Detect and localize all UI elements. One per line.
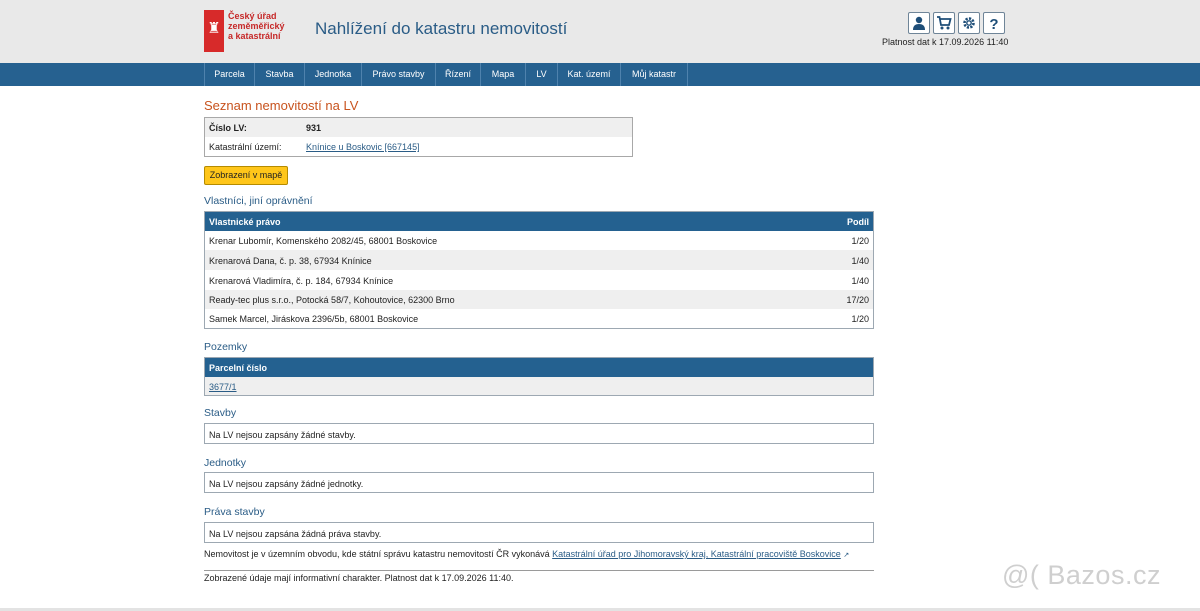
column-share: Podíl [847,217,869,227]
units-text: Na LV nejsou zapsány žádné jednotky. [209,479,364,489]
top-header: ♜ Český úřad zeměměřický a katastrální N… [0,0,1200,63]
units-note: Na LV nejsou zapsány žádné jednotky. [204,472,874,493]
owner-share: 1/40 [851,256,869,266]
owner-share: 1/40 [851,276,869,286]
logo-text: Český úřad zeměměřický a katastrální [228,11,285,41]
bazos-watermark: @( Bazos.cz [1002,560,1161,590]
lv-number-row: Číslo LV: 931 [205,118,632,137]
column-ownership: Vlastnické právo [209,217,281,227]
units-heading: Jednotky [204,457,247,469]
external-link-icon: ↗ [843,552,850,559]
nav-stavba[interactable]: Stavba [254,63,304,86]
lv-info-box: Číslo LV: 931 Katastrální území: Knínice… [204,117,633,157]
lv-number-value: 931 [306,123,322,133]
nav-pravo-stavby[interactable]: Právo stavby [361,63,435,86]
owner-share: 1/20 [851,236,869,246]
user-icon[interactable] [908,12,930,34]
help-icon[interactable]: ? [983,12,1005,34]
lv-number-label: Číslo LV: [209,123,247,133]
owner-name: Samek Marcel, Jiráskova 2396/5b, 68001 B… [209,314,419,324]
owner-share: 17/20 [846,295,869,305]
table-row: Ready-tec plus s.r.o., Potocká 58/7, Koh… [205,290,873,309]
office-link[interactable]: Katastrální úřad pro Jihomoravský kraj, … [552,549,841,559]
owner-name: Krenarová Vladimíra, č. p. 184, 67934 Kn… [209,276,394,286]
owners-table: Vlastnické právo Podíl Krenar Lubomír, K… [204,211,874,329]
table-row: Krenarová Dana, č. p. 38, 67934 Knínice … [205,250,873,270]
owners-heading: Vlastníci, jiní oprávnění [204,195,313,207]
logo-line-1: Český úřad [228,11,277,21]
gear-icon[interactable] [958,12,980,34]
logo-line-2: zeměměřický [228,21,285,31]
cadastral-area-link[interactable]: Knínice u Boskovic [667145] [306,142,420,152]
nav-muj-katastr[interactable]: Můj katastr [620,63,688,86]
buildings-text: Na LV nejsou zapsány žádné stavby. [209,430,356,440]
parcels-table-header: Parcelní číslo [205,358,873,377]
table-row: Samek Marcel, Jiráskova 2396/5b, 68001 B… [205,309,873,328]
show-in-map-button[interactable]: Zobrazení v mapě [204,166,288,185]
cadastral-area-row: Katastrální území: Knínice u Boskovic [6… [205,137,632,156]
main-nav: Parcela Stavba Jednotka Právo stavby Říz… [0,63,1200,86]
nav-mapa[interactable]: Mapa [480,63,525,86]
parcels-heading: Pozemky [204,341,248,353]
parcel-link[interactable]: 3677/1 [209,382,237,392]
cuzk-logo[interactable]: ♜ Český úřad zeměměřický a katastrální [204,10,285,52]
owner-name: Krenar Lubomír, Komenského 2082/45, 6800… [209,236,438,246]
rights-note: Na LV nejsou zapsána žádná práva stavby. [204,522,874,543]
office-note: Nemovitost je v územním obvodu, kde stát… [204,549,849,559]
rights-text: Na LV nejsou zapsána žádná práva stavby. [209,529,382,539]
table-row: Krenarová Vladimíra, č. p. 184, 67934 Kn… [205,270,873,290]
office-note-text: Nemovitost je v územním obvodu, kde stát… [204,549,550,559]
owner-name: Krenarová Dana, č. p. 38, 67934 Knínice [209,256,372,266]
buildings-heading: Stavby [204,407,237,419]
parcels-table: Parcelní číslo 3677/1 [204,357,874,396]
svg-text:?: ? [989,16,998,31]
logo-line-3: a katastrální [228,31,281,41]
nav-jednotka[interactable]: Jednotka [304,63,361,86]
cart-icon[interactable] [933,12,955,34]
nav-lv[interactable]: LV [525,63,557,86]
nav-rizeni[interactable]: Řízení [435,63,480,86]
owner-name: Ready-tec plus s.r.o., Potocká 58/7, Koh… [209,295,455,305]
lion-icon: ♜ [207,20,221,37]
app-title[interactable]: Nahlížení do katastru nemovitostí [315,19,567,39]
table-row: 3677/1 [205,377,873,395]
cadastral-area-label: Katastrální území: [209,142,282,152]
table-row: Krenar Lubomír, Komenského 2082/45, 6800… [205,231,873,250]
nav-kat-uzemi[interactable]: Kat. území [557,63,620,86]
owners-table-header: Vlastnické právo Podíl [205,212,873,231]
rights-heading: Práva stavby [204,506,265,518]
disclaimer: Zobrazené údaje mají informativní charak… [204,573,514,583]
nav-parcela[interactable]: Parcela [204,63,254,86]
owner-share: 1/20 [851,314,869,324]
page-title: Seznam nemovitostí na LV [204,98,359,113]
data-validity: Platnost dat k 17.09.2026 11:40 [882,37,1009,47]
buildings-note: Na LV nejsou zapsány žádné stavby. [204,423,874,444]
column-parcel-number: Parcelní číslo [209,363,268,373]
divider [204,570,874,571]
